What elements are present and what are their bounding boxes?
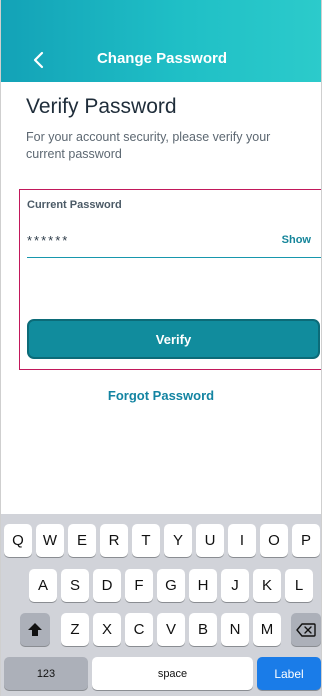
key-a[interactable]: A (29, 569, 57, 602)
shift-key[interactable] (20, 613, 50, 646)
action-key[interactable]: Label (257, 657, 321, 690)
on-screen-keyboard: Q W E R T Y U I O P A S D F G H J K L Z … (1, 514, 321, 696)
key-w[interactable]: W (36, 524, 64, 557)
current-password-label: Current Password (27, 199, 122, 211)
app-screen: Change Password Verify Password For your… (0, 0, 322, 696)
key-n[interactable]: N (221, 613, 249, 646)
shift-icon (28, 622, 42, 636)
key-i[interactable]: I (228, 524, 256, 557)
verify-button[interactable]: Verify (27, 319, 320, 359)
key-g[interactable]: G (157, 569, 185, 602)
key-e[interactable]: E (68, 524, 96, 557)
delete-key[interactable] (291, 613, 321, 646)
key-k[interactable]: K (253, 569, 281, 602)
page-title: Verify Password (26, 95, 177, 118)
key-b[interactable]: B (189, 613, 217, 646)
key-m[interactable]: M (253, 613, 281, 646)
key-p[interactable]: P (292, 524, 320, 557)
key-v[interactable]: V (157, 613, 185, 646)
numbers-key[interactable]: 123 (4, 657, 88, 690)
key-u[interactable]: U (196, 524, 224, 557)
key-d[interactable]: D (93, 569, 121, 602)
key-l[interactable]: L (285, 569, 313, 602)
input-underline (27, 257, 321, 258)
current-password-input[interactable]: ****** (27, 233, 69, 248)
key-y[interactable]: Y (164, 524, 192, 557)
key-o[interactable]: O (260, 524, 288, 557)
backspace-icon (296, 622, 316, 637)
key-h[interactable]: H (189, 569, 217, 602)
key-x[interactable]: X (93, 613, 121, 646)
key-f[interactable]: F (125, 569, 153, 602)
key-z[interactable]: Z (61, 613, 89, 646)
key-j[interactable]: J (221, 569, 249, 602)
forgot-password-link[interactable]: Forgot Password (1, 388, 321, 403)
header-title: Change Password (96, 50, 228, 67)
app-header: Change Password (1, 0, 321, 82)
space-key[interactable]: space (92, 657, 253, 690)
page-subtitle: For your account security, please verify… (26, 130, 271, 161)
key-r[interactable]: R (100, 524, 128, 557)
key-c[interactable]: C (125, 613, 153, 646)
show-password-toggle[interactable]: Show (282, 234, 311, 246)
key-s[interactable]: S (61, 569, 89, 602)
key-q[interactable]: Q (4, 524, 32, 557)
key-t[interactable]: T (132, 524, 160, 557)
